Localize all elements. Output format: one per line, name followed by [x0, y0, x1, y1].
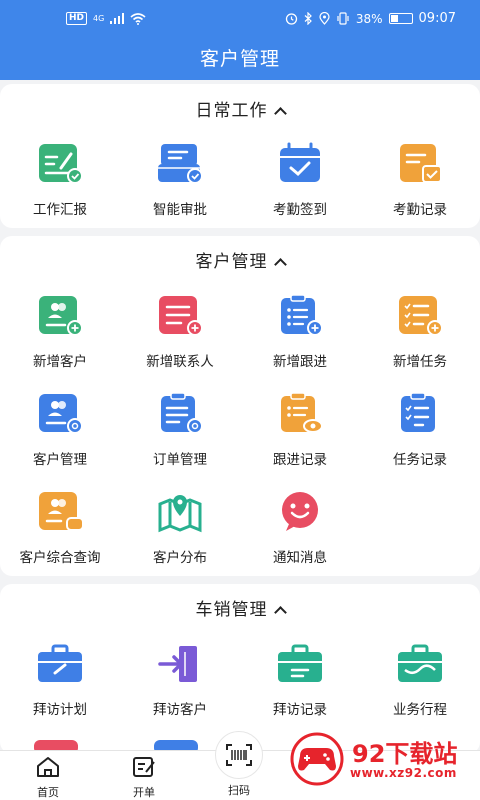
- chevron-up-icon: [273, 258, 287, 271]
- briefcase-list-icon: [278, 644, 322, 682]
- tile-label: 订单管理: [153, 452, 207, 468]
- tile-attendance-record[interactable]: 考勤记录: [360, 142, 480, 222]
- bluetooth-icon: [304, 12, 312, 25]
- status-bar: HD 4G 38% 09:07: [0, 0, 480, 36]
- network-badge: HD: [66, 12, 88, 25]
- status-right: 38% 09:07: [285, 11, 456, 26]
- section-title: 日常工作: [195, 101, 268, 121]
- tile-business-trip[interactable]: 业务行程: [360, 642, 480, 722]
- login-door-icon: [158, 646, 197, 682]
- tile-visit-plan[interactable]: 拜访计划: [0, 642, 120, 722]
- tile-visit-customer[interactable]: 拜访客户: [120, 642, 240, 722]
- section-title: 车销管理: [195, 600, 268, 620]
- app-header: 客户管理: [0, 36, 480, 80]
- watermark-url: www.xz92.com: [350, 766, 457, 780]
- home-icon: [37, 757, 59, 777]
- tile-customer-query[interactable]: 客户综合查询: [0, 490, 120, 570]
- tile-add-followup[interactable]: 新增跟进: [240, 294, 360, 374]
- tile-label: 新增客户: [33, 354, 87, 370]
- tile-order-management[interactable]: 订单管理: [120, 392, 240, 472]
- location-icon: [319, 12, 330, 25]
- attendance-record-icon: [400, 144, 442, 183]
- tile-label: 拜访计划: [33, 702, 87, 718]
- section-sales-management: 车销管理 拜访计划 拜访客户 拜访记录 业务行程: [0, 584, 480, 754]
- edit-doc-icon: [133, 757, 155, 777]
- add-task-icon: [399, 296, 443, 336]
- tile-customer-management[interactable]: 客户管理: [0, 392, 120, 472]
- tile-add-contact[interactable]: 新增联系人: [120, 294, 240, 374]
- nav-label: 扫码: [228, 784, 250, 797]
- scan-button[interactable]: [215, 731, 263, 779]
- briefcase-route-icon: [398, 644, 442, 682]
- add-followup-icon: [281, 294, 323, 336]
- gamepad-logo-icon: [290, 732, 344, 786]
- tile-add-task[interactable]: 新增任务: [360, 294, 480, 374]
- tile-label: 考勤记录: [393, 202, 447, 218]
- nav-home[interactable]: 首页: [18, 755, 78, 800]
- tile-label: 跟进记录: [273, 452, 327, 468]
- tile-label: 拜访客户: [153, 702, 207, 718]
- briefcase-edit-icon: [38, 644, 82, 682]
- customer-query-icon: [39, 492, 84, 531]
- tile-label: 新增联系人: [146, 354, 214, 370]
- tile-label: 客户综合查询: [19, 550, 101, 566]
- tile-label: 考勤签到: [273, 202, 327, 218]
- nav-label: 首页: [37, 786, 59, 799]
- map-pin-icon: [158, 495, 202, 533]
- section-customer-management: 客户管理 新增客户 新增联系人 新增跟进 新增任务 客户管理 订单管理 跟进记录…: [0, 236, 480, 576]
- chevron-up-icon: [273, 107, 287, 120]
- tile-label: 通知消息: [273, 550, 327, 566]
- add-contact-icon: [159, 296, 203, 336]
- tile-followup-record[interactable]: 跟进记录: [240, 392, 360, 472]
- barcode-scan-icon: [226, 744, 252, 766]
- add-customer-icon: [39, 296, 83, 336]
- followup-record-icon: [281, 392, 323, 433]
- alarm-icon: [285, 13, 298, 25]
- tile-task-record[interactable]: 任务记录: [360, 392, 480, 472]
- tile-notification[interactable]: 通知消息: [240, 490, 360, 570]
- tile-label: 新增任务: [393, 354, 447, 370]
- tile-label: 客户管理: [33, 452, 87, 468]
- work-report-icon: [39, 144, 83, 184]
- tile-label: 业务行程: [393, 702, 447, 718]
- tile-label: 新增跟进: [273, 354, 327, 370]
- tile-attendance-checkin[interactable]: 考勤签到: [240, 142, 360, 222]
- chevron-up-icon: [273, 606, 287, 619]
- tile-smart-approval[interactable]: 智能审批: [120, 142, 240, 222]
- status-left: HD 4G: [66, 12, 146, 25]
- battery-percent: 38%: [355, 11, 383, 26]
- watermark-title: 92下载站: [352, 740, 458, 768]
- section-header-daily-work[interactable]: 日常工作: [0, 96, 480, 121]
- tile-add-customer[interactable]: 新增客户: [0, 294, 120, 374]
- clock: 09:07: [418, 11, 456, 26]
- section-header-sales[interactable]: 车销管理: [0, 595, 480, 620]
- nav-order[interactable]: 开单: [114, 755, 174, 800]
- nav-label: 开单: [133, 786, 155, 799]
- vibrate-icon: [337, 12, 349, 25]
- tile-customer-distribution[interactable]: 客户分布: [120, 490, 240, 570]
- signal-type: 4G: [93, 14, 105, 23]
- approval-icon: [158, 144, 203, 184]
- smile-icon: [282, 492, 318, 531]
- tile-label: 工作汇报: [33, 202, 87, 218]
- tile-label: 任务记录: [393, 452, 447, 468]
- customer-management-icon: [39, 394, 83, 434]
- tile-label: 智能审批: [153, 202, 207, 218]
- section-header-customer[interactable]: 客户管理: [0, 247, 480, 272]
- nav-scan[interactable]: 扫码: [211, 731, 267, 800]
- wifi-icon: [130, 12, 146, 25]
- tile-work-report[interactable]: 工作汇报: [0, 142, 120, 222]
- section-title: 客户管理: [195, 252, 268, 272]
- signal-icon: [110, 13, 125, 24]
- tile-label: 拜访记录: [273, 702, 327, 718]
- calendar-check-icon: [280, 142, 320, 182]
- section-daily-work: 日常工作 工作汇报 智能审批 考勤签到 考勤记录: [0, 84, 480, 228]
- order-management-icon: [161, 392, 203, 434]
- tile-visit-record[interactable]: 拜访记录: [240, 642, 360, 722]
- watermark-logo: 92下载站 www.xz92.com: [288, 732, 468, 786]
- tile-label: 客户分布: [153, 550, 207, 566]
- page-title: 客户管理: [199, 48, 280, 70]
- task-record-icon: [401, 392, 435, 432]
- battery-icon: [388, 13, 413, 24]
